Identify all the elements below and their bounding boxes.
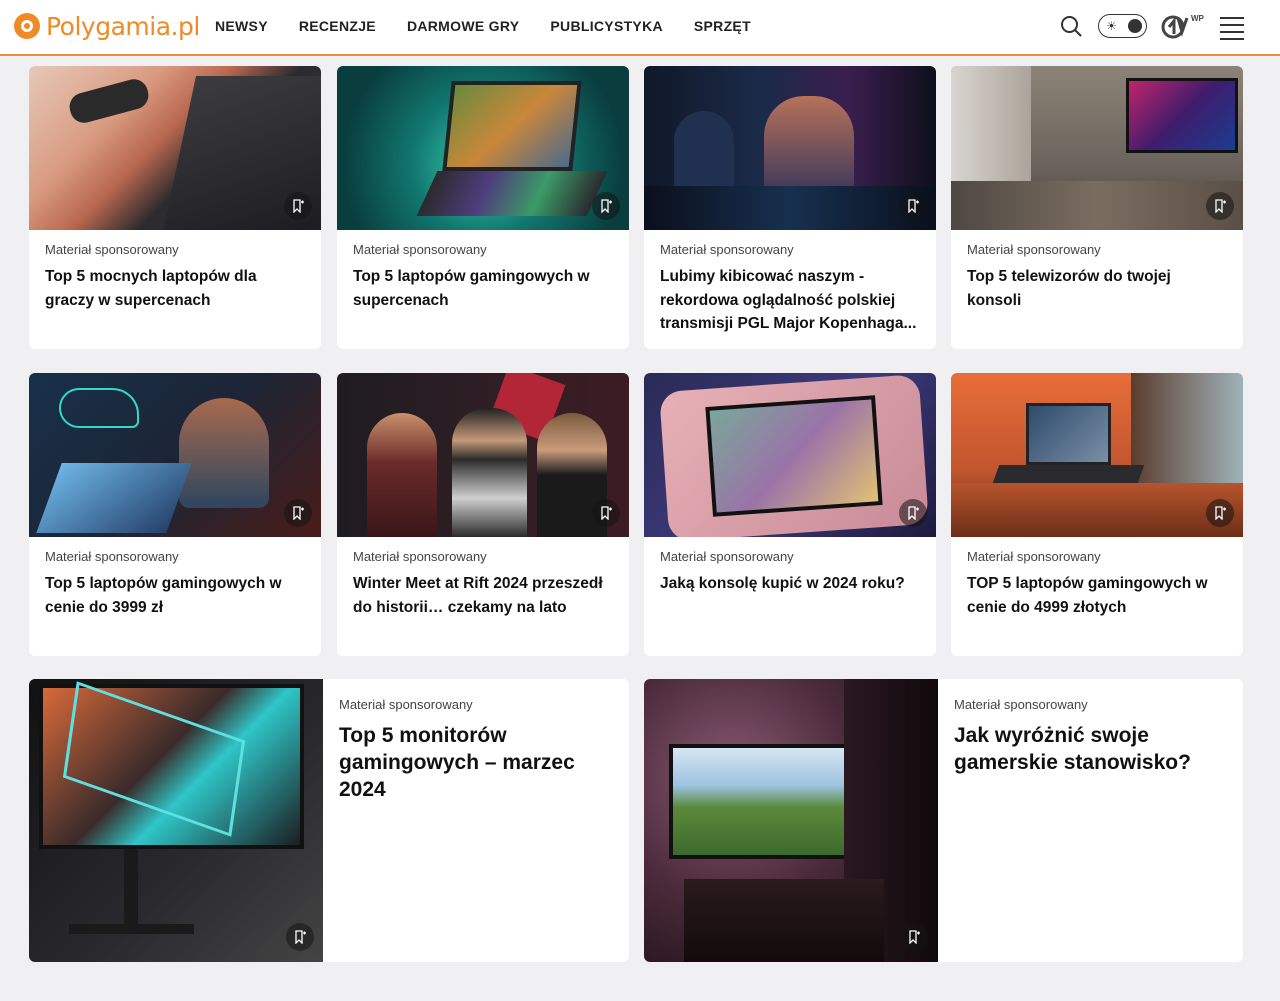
article-image[interactable] <box>29 679 323 962</box>
article-card-wide[interactable]: Materiał sponsorowany Jak wyróżnić swoje… <box>644 679 1243 962</box>
nav-item-recenzje[interactable]: RECENZJE <box>299 17 376 35</box>
article-title[interactable]: Winter Meet at Rift 2024 przeszedł do hi… <box>353 572 615 619</box>
bookmark-icon[interactable] <box>899 499 927 527</box>
site-header: Polygamia.pl NEWSY RECENZJE DARMOWE GRY … <box>0 0 1280 56</box>
article-card-wide[interactable]: Materiał sponsorowany Top 5 monitorów ga… <box>29 679 629 962</box>
wp-icon[interactable]: WP <box>1160 12 1204 40</box>
article-category: Materiał sponsorowany <box>660 549 794 564</box>
article-title[interactable]: Top 5 telewizorów do twojej konsoli <box>967 265 1229 312</box>
article-image[interactable] <box>644 373 936 537</box>
article-card[interactable]: Materiał sponsorowany Lubimy kibicować n… <box>644 66 936 349</box>
bookmark-icon[interactable] <box>284 192 312 220</box>
article-card[interactable]: Materiał sponsorowany Top 5 laptopów gam… <box>29 373 321 656</box>
article-card[interactable]: Materiał sponsorowany Top 5 telewizorów … <box>951 66 1243 349</box>
logo-icon <box>14 13 40 39</box>
article-card[interactable]: Materiał sponsorowany Top 5 mocnych lapt… <box>29 66 321 349</box>
article-image[interactable] <box>29 66 321 230</box>
article-title[interactable]: Jak wyróżnić swoje gamerskie stanowisko? <box>954 722 1224 776</box>
nav-item-darmowe-gry[interactable]: DARMOWE GRY <box>407 17 519 35</box>
bookmark-icon[interactable] <box>286 923 314 951</box>
article-card[interactable]: Materiał sponsorowany Top 5 laptopów gam… <box>337 66 629 349</box>
bookmark-icon[interactable] <box>1206 192 1234 220</box>
theme-toggle[interactable]: ☀ <box>1098 14 1147 38</box>
article-title[interactable]: Lubimy kibicować naszym - rekordowa oglą… <box>660 265 922 336</box>
bookmark-icon[interactable] <box>592 499 620 527</box>
search-icon[interactable] <box>1060 15 1082 37</box>
toggle-knob <box>1128 19 1142 33</box>
bookmark-icon[interactable] <box>284 499 312 527</box>
article-category: Materiał sponsorowany <box>660 242 794 257</box>
article-title[interactable]: Top 5 laptopów gamingowych w cenie do 39… <box>45 572 307 619</box>
nav-item-sprzet[interactable]: SPRZĘT <box>694 17 751 35</box>
article-title[interactable]: TOP 5 laptopów gamingowych w cenie do 49… <box>967 572 1229 619</box>
article-category: Materiał sponsorowany <box>339 697 473 712</box>
article-category: Materiał sponsorowany <box>45 242 179 257</box>
article-image[interactable] <box>337 66 629 230</box>
article-image[interactable] <box>951 373 1243 537</box>
article-category: Materiał sponsorowany <box>967 549 1101 564</box>
article-image[interactable] <box>337 373 629 537</box>
article-title[interactable]: Top 5 mocnych laptopów dla graczy w supe… <box>45 265 307 312</box>
article-image[interactable] <box>951 66 1243 230</box>
article-image[interactable] <box>644 66 936 230</box>
article-image[interactable] <box>29 373 321 537</box>
sun-icon: ☀ <box>1106 19 1117 33</box>
article-card[interactable]: Materiał sponsorowany Winter Meet at Rif… <box>337 373 629 656</box>
bookmark-icon[interactable] <box>1206 499 1234 527</box>
bookmark-icon[interactable] <box>899 192 927 220</box>
article-category: Materiał sponsorowany <box>954 697 1088 712</box>
nav-item-publicystyka[interactable]: PUBLICYSTYKA <box>550 17 663 35</box>
nav-item-newsy[interactable]: NEWSY <box>215 17 268 35</box>
article-title[interactable]: Top 5 monitorów gamingowych – marzec 202… <box>339 722 609 803</box>
logo-text: Polygamia.pl <box>46 11 200 41</box>
article-image[interactable] <box>644 679 938 962</box>
article-card[interactable]: Materiał sponsorowany Jaką konsolę kupić… <box>644 373 936 656</box>
main-nav: NEWSY RECENZJE DARMOWE GRY PUBLICYSTYKA … <box>215 17 782 35</box>
article-category: Materiał sponsorowany <box>353 242 487 257</box>
bookmark-icon[interactable] <box>900 923 928 951</box>
article-title[interactable]: Jaką konsolę kupić w 2024 roku? <box>660 572 922 596</box>
article-category: Materiał sponsorowany <box>353 549 487 564</box>
article-title[interactable]: Top 5 laptopów gamingowych w supercenach <box>353 265 615 312</box>
article-category: Materiał sponsorowany <box>45 549 179 564</box>
article-card[interactable]: Materiał sponsorowany TOP 5 laptopów gam… <box>951 373 1243 656</box>
svg-text:WP: WP <box>1191 14 1204 23</box>
hamburger-menu-icon[interactable] <box>1220 17 1244 40</box>
site-logo[interactable]: Polygamia.pl <box>14 11 200 41</box>
bookmark-icon[interactable] <box>592 192 620 220</box>
article-category: Materiał sponsorowany <box>967 242 1101 257</box>
